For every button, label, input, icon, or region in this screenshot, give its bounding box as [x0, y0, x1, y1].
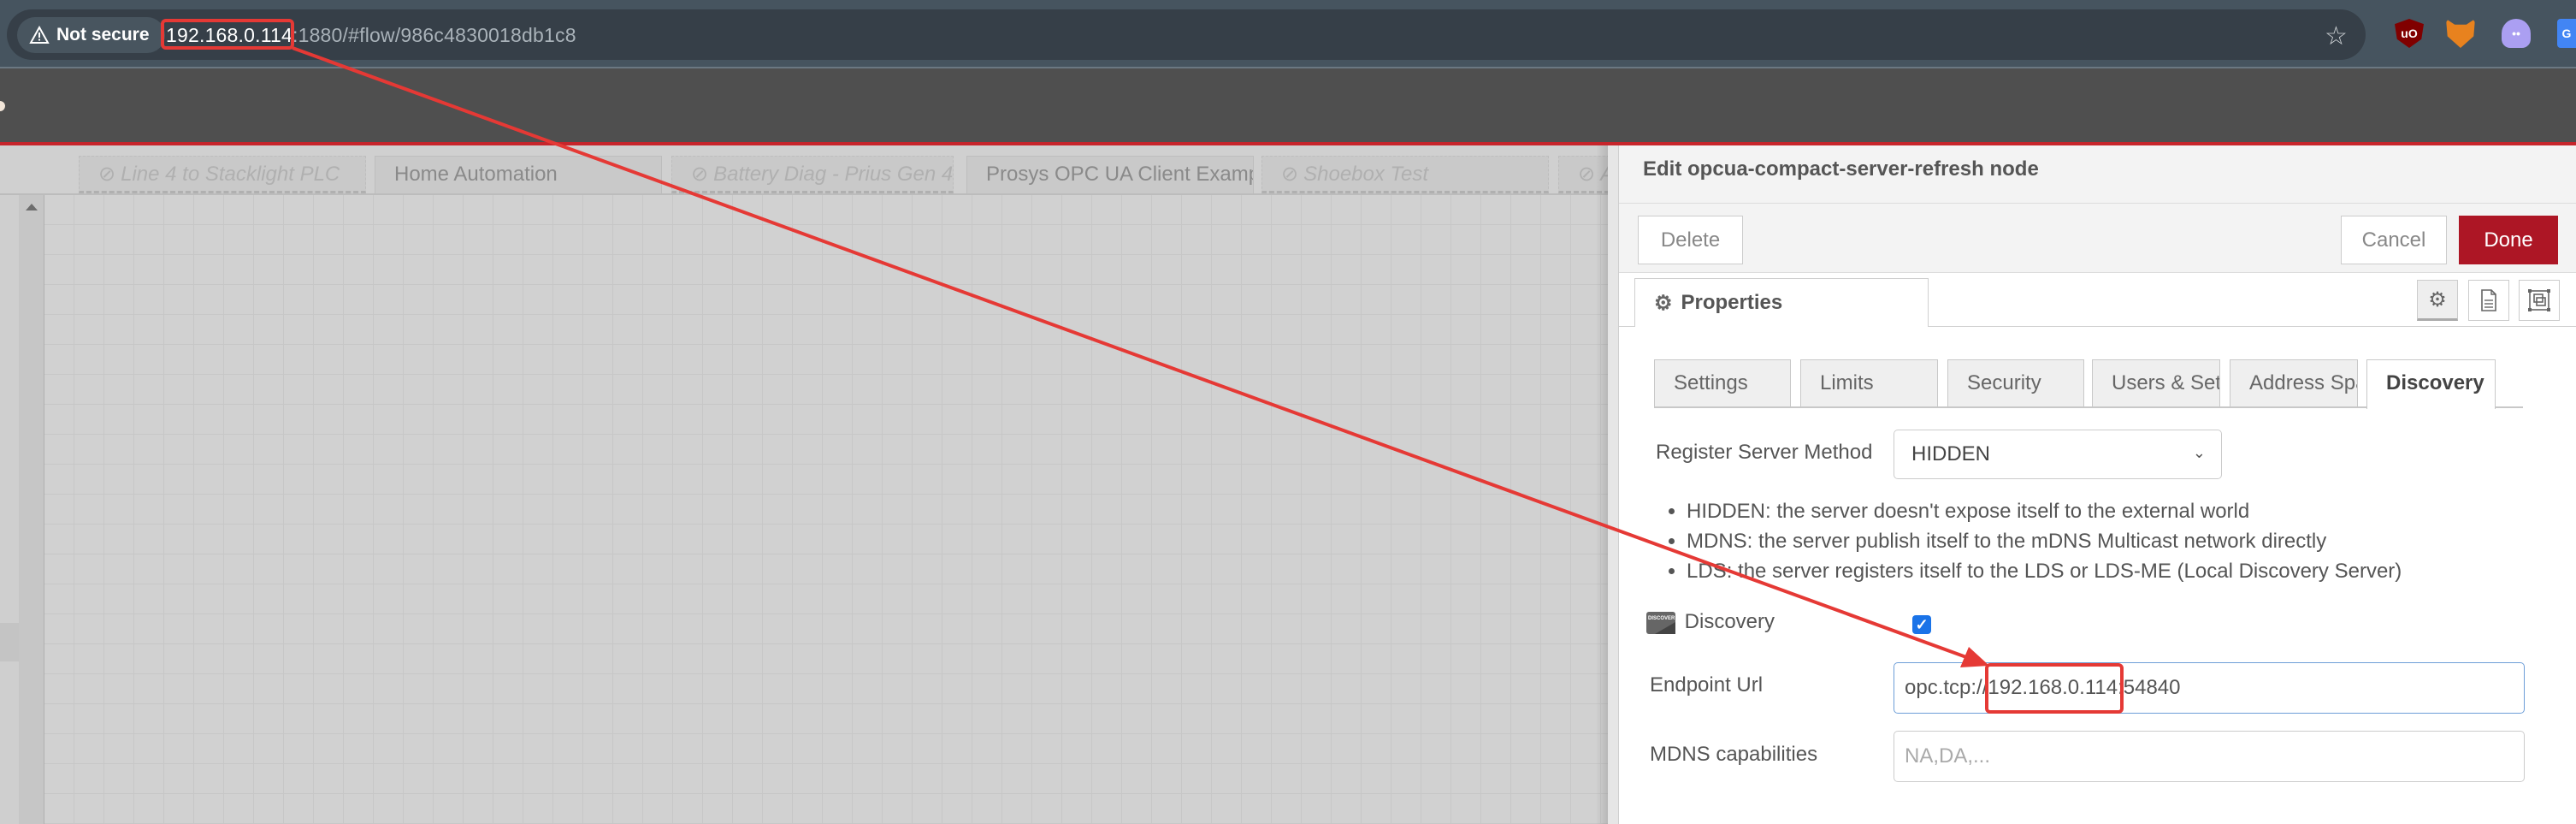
endpoint-label: Endpoint Url [1650, 673, 1764, 697]
help-item: MDNS: the server publish itself to the m… [1687, 526, 2402, 556]
done-button[interactable]: Done [2459, 216, 2558, 264]
logo-icon [0, 101, 5, 111]
help-item: LDS: the server registers itself to the … [1687, 556, 2402, 586]
url-path: :1880/#flow/986c4830018db1c8 [292, 24, 576, 46]
divider [1619, 272, 2576, 273]
node-properties-button[interactable]: ⚙ [2417, 280, 2458, 321]
workspace: ⊘ Line 4 to Stacklight PLC Home Automatio… [0, 145, 1610, 824]
mdns-capabilities-input[interactable]: NA,DA,... [1894, 731, 2525, 782]
mdns-label: MDNS capabilities [1650, 743, 1818, 766]
flow-tab[interactable]: Home Automation [375, 156, 662, 193]
divider [1929, 326, 2576, 327]
tab-discovery[interactable]: Discovery [2366, 359, 2496, 409]
app-header [0, 68, 2576, 145]
flow-tab[interactable]: ⊘ Battery Diag - Prius Gen 4 [671, 156, 954, 193]
phantom-icon[interactable]: •• [2502, 19, 2531, 48]
tab-properties[interactable]: ⚙ Properties [1634, 278, 1929, 327]
divider [1619, 203, 2576, 204]
ublock-origin-icon[interactable]: uO [2395, 19, 2424, 48]
endpoint-url-value: opc.tcp://192.168.0.114:54840 [1905, 676, 2181, 699]
disabled-icon: ⊘ [1578, 163, 1596, 186]
metamask-icon[interactable] [2446, 19, 2475, 48]
help-item: HIDDEN: the server doesn't expose itself… [1687, 496, 2402, 526]
google-translate-icon[interactable]: G [2557, 19, 2576, 48]
address-bar[interactable]: Not secure 192.168.0.114:1880/#flow/986c… [7, 9, 2366, 60]
disabled-icon: ⊘ [691, 163, 709, 186]
palette-handle[interactable] [0, 623, 19, 661]
edit-tray: Edit opcua-compact-server-refresh node D… [1608, 145, 2576, 824]
tab-users-sets[interactable]: Users & Sets [2092, 359, 2220, 407]
gear-icon: ⚙ [1654, 291, 1673, 315]
tab-address-space[interactable]: Address Space [2230, 359, 2358, 407]
tab-security[interactable]: Security [1947, 359, 2084, 407]
flow-tab[interactable]: ⊘ Line 4 to Stacklight PLC [79, 156, 366, 193]
register-method-select[interactable]: HIDDEN ⌄ [1894, 430, 2222, 479]
register-method-value: HIDDEN [1911, 442, 1991, 465]
security-label: Not secure [56, 25, 150, 44]
discovery-checkbox[interactable]: ✓ [1912, 615, 1931, 634]
document-icon [2481, 289, 2496, 311]
url-host: 192.168.0.114 [166, 24, 292, 46]
browser-toolbar: Not secure 192.168.0.114:1880/#flow/986c… [0, 0, 2576, 68]
delete-button[interactable]: Delete [1638, 216, 1743, 264]
vertical-scrollbar[interactable] [19, 195, 44, 824]
mdns-placeholder: NA,DA,... [1905, 744, 1991, 768]
palette-edge [0, 195, 19, 824]
flow-tab[interactable]: Prosys OPC UA Client Example [966, 156, 1254, 193]
tab-settings[interactable]: Settings [1654, 359, 1791, 407]
security-indicator[interactable]: Not secure [17, 17, 165, 53]
chevron-down-icon: ⌄ [2192, 444, 2206, 461]
cancel-button[interactable]: Cancel [2341, 216, 2447, 264]
node-appearance-button[interactable] [2519, 280, 2560, 321]
scroll-up-icon[interactable] [26, 204, 38, 210]
disabled-icon: ⊘ [1281, 163, 1299, 186]
flow-canvas[interactable] [44, 145, 1608, 824]
discover-card-icon: DISCOVER [1646, 611, 1675, 634]
bookmark-star-icon[interactable]: ☆ [2325, 21, 2348, 51]
flow-tabs: ⊘ Line 4 to Stacklight PLC Home Automatio… [0, 145, 1610, 195]
discovery-label-row: DISCOVER Discovery [1646, 610, 1775, 634]
endpoint-url-input[interactable]: opc.tcp://192.168.0.114:54840 [1894, 662, 2525, 714]
frame-icon [2528, 289, 2550, 311]
tab-limits[interactable]: Limits [1800, 359, 1938, 407]
tray-title: Edit opcua-compact-server-refresh node [1643, 157, 2039, 181]
url-text[interactable]: 192.168.0.114:1880/#flow/986c4830018db1c… [166, 24, 576, 47]
help-list: HIDDEN: the server doesn't expose itself… [1668, 496, 2402, 586]
disabled-icon: ⊘ [98, 163, 116, 186]
node-description-button[interactable] [2468, 280, 2509, 321]
discovery-label: Discovery [1684, 610, 1775, 633]
register-method-label: Register Server Method [1656, 441, 1873, 464]
flow-tab[interactable]: ⊘ Shoebox Test [1261, 156, 1549, 193]
tab-properties-label: Properties [1681, 291, 1783, 314]
divider [1619, 326, 1634, 327]
gear-icon: ⚙ [2428, 288, 2447, 311]
warning-icon [29, 26, 50, 44]
